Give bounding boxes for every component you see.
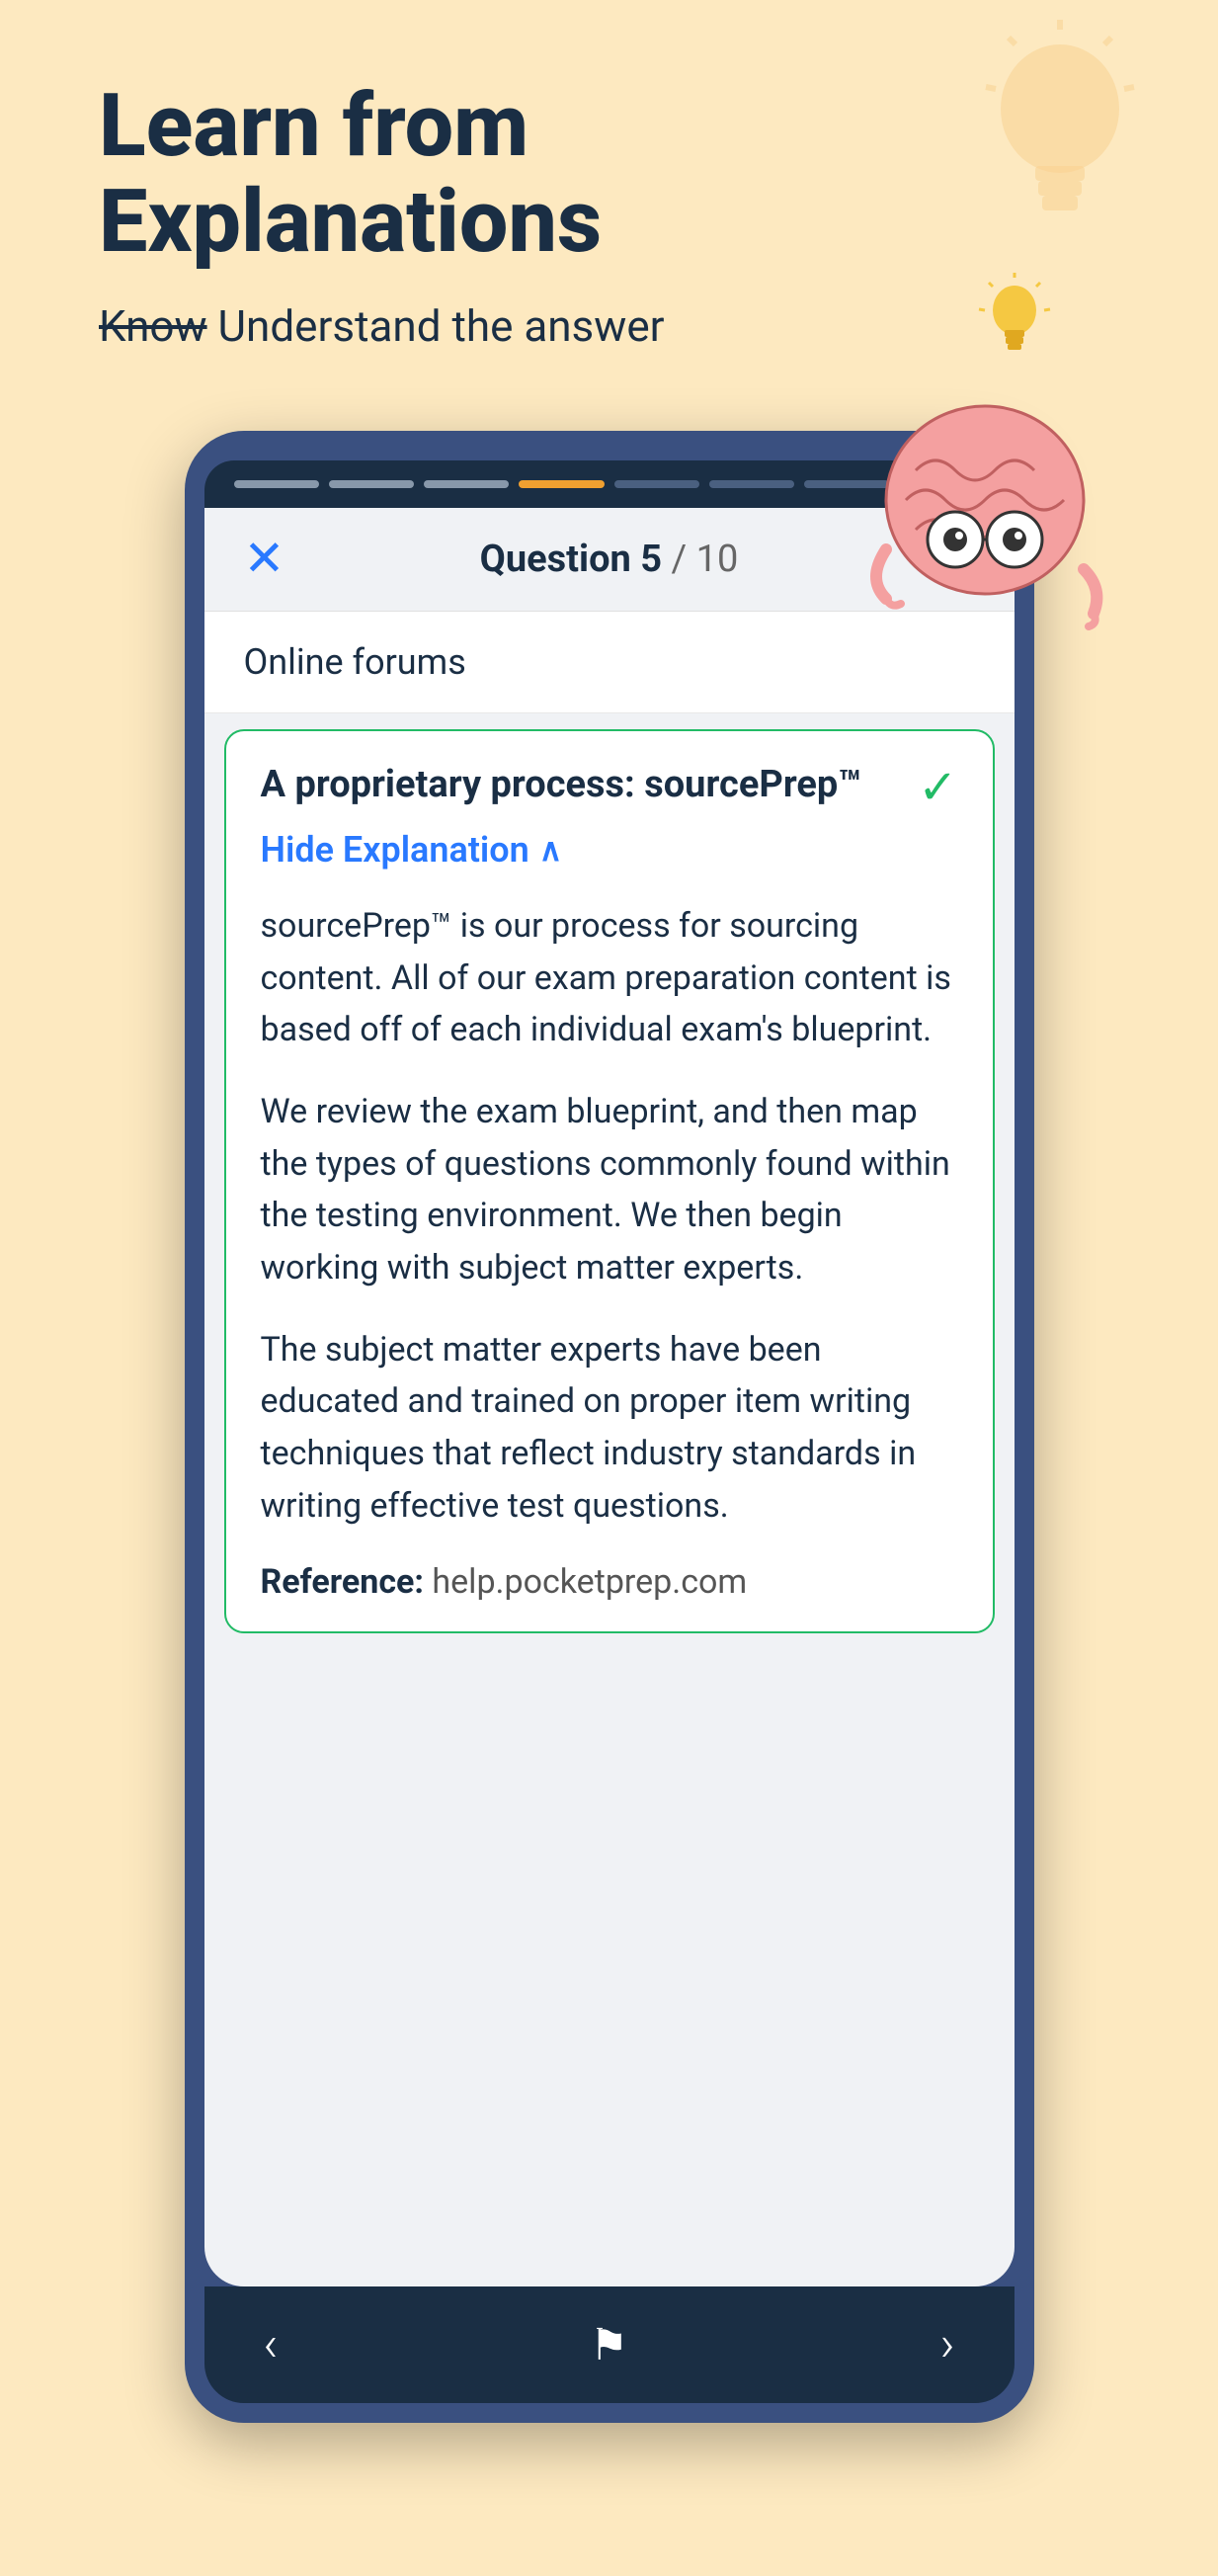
- answer-card: A proprietary process: sourcePrep™ ✓ Hid…: [224, 729, 995, 1633]
- reference-line: Reference: help.pocketprep.com: [261, 1562, 958, 1602]
- progress-bar-3: [424, 480, 509, 488]
- close-button[interactable]: ✕: [244, 530, 285, 588]
- progress-bar-2: [329, 480, 414, 488]
- progress-bar-6: [709, 480, 794, 488]
- phone-shell: ✕ Question 5 / 10 Online forums A propri…: [185, 431, 1034, 2423]
- mascot-lightbulb: [975, 273, 1054, 375]
- chevron-up-icon: ∧: [539, 831, 562, 869]
- phone-mockup: ✕ Question 5 / 10 Online forums A propri…: [185, 431, 1034, 2423]
- progress-bar-1: [234, 480, 319, 488]
- header-subtitle: Know Understand the answer: [99, 300, 1119, 352]
- question-number: Question 5 / 10: [480, 538, 739, 581]
- phone-screen: ✕ Question 5 / 10 Online forums A propri…: [204, 508, 1015, 2286]
- explanation-paragraph-3: The subject matter experts have been edu…: [261, 1324, 958, 1533]
- explanation-paragraph-1: sourcePrep™ is our process for sourcing …: [261, 900, 958, 1056]
- phone-bottom-bar: ‹ ⚑ ›: [204, 2286, 1015, 2403]
- page-title: Learn from Explanations: [99, 79, 1119, 271]
- correct-checkmark: ✓: [918, 759, 957, 815]
- strikethrough-text: Know: [99, 300, 207, 352]
- forward-button[interactable]: ›: [940, 2316, 955, 2373]
- progress-bar-5: [614, 480, 699, 488]
- back-button[interactable]: ‹: [264, 2316, 279, 2373]
- progress-bar-4: [519, 480, 604, 488]
- answer-title: A proprietary process: sourcePrep™: [261, 761, 958, 809]
- explanation-paragraph-2: We review the exam blueprint, and then m…: [261, 1086, 958, 1294]
- brain-mascot: [856, 372, 1113, 648]
- flag-button[interactable]: ⚑: [590, 2319, 628, 2370]
- hide-explanation-button[interactable]: Hide Explanation ∧: [261, 829, 958, 871]
